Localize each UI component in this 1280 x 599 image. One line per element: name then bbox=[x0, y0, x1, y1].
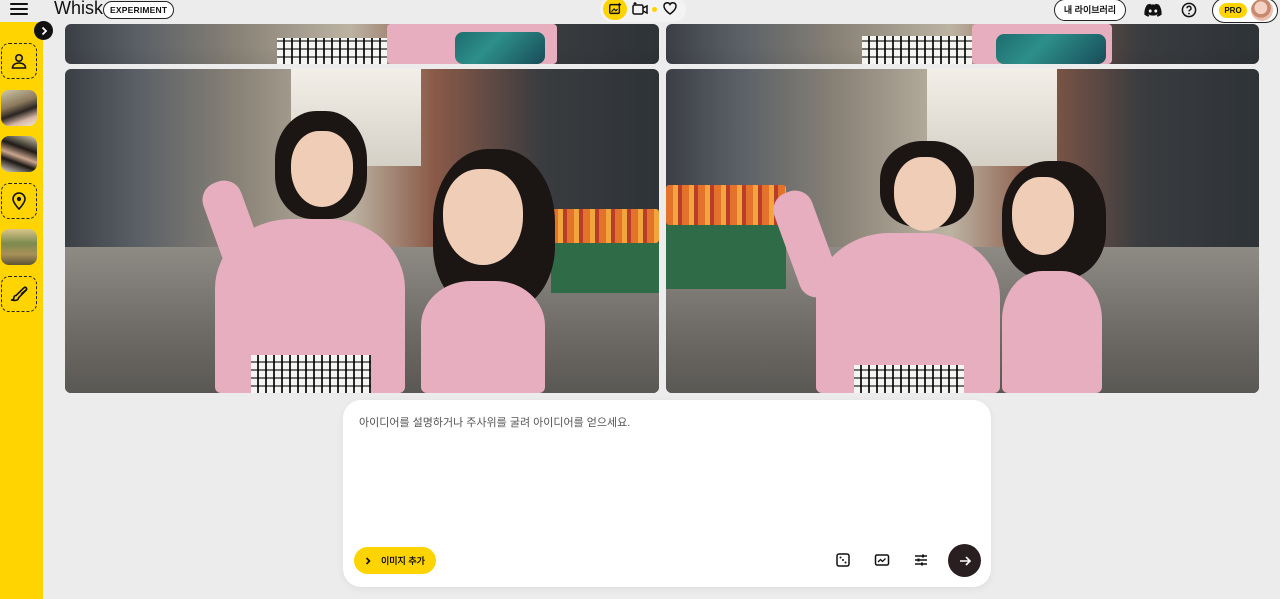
subject-slot[interactable] bbox=[1, 43, 37, 79]
add-image-label: 이미지 추가 bbox=[381, 556, 425, 566]
image-detail bbox=[421, 281, 545, 393]
top-bar: Whisk EXPERIMENT 내 라이브러리 PRO bbox=[0, 0, 1280, 23]
aspect-ratio-icon[interactable] bbox=[874, 552, 890, 568]
account-menu[interactable]: PRO bbox=[1212, 0, 1278, 23]
sidebar-expand-button[interactable] bbox=[34, 21, 53, 40]
subject-image-2[interactable] bbox=[1, 136, 37, 172]
avatar[interactable] bbox=[1251, 0, 1273, 21]
image-detail bbox=[666, 185, 786, 225]
image-detail bbox=[1012, 177, 1074, 255]
scene-image[interactable] bbox=[1, 229, 37, 265]
prompt-panel: 아이디어를 설명하거나 주사위를 굴려 아이디어를 얻으세요. 이미지 추가 bbox=[343, 400, 991, 587]
image-detail bbox=[551, 209, 659, 243]
image-detail bbox=[291, 131, 353, 207]
generated-image-partial-2[interactable] bbox=[666, 24, 1259, 64]
heart-icon[interactable] bbox=[662, 0, 678, 16]
image-detail bbox=[862, 36, 972, 64]
subject-image-1[interactable] bbox=[1, 90, 37, 126]
pro-badge: PRO bbox=[1219, 3, 1247, 18]
menu-icon[interactable] bbox=[10, 3, 28, 17]
submit-button[interactable] bbox=[948, 544, 981, 577]
experiment-badge: EXPERIMENT bbox=[103, 1, 175, 19]
prompt-input[interactable]: 아이디어를 설명하거나 주사위를 굴려 아이디어를 얻으세요. bbox=[359, 414, 630, 430]
generated-image-1[interactable] bbox=[65, 69, 659, 393]
dice-icon[interactable] bbox=[835, 552, 851, 568]
image-detail bbox=[894, 157, 956, 231]
generated-image-2[interactable] bbox=[666, 69, 1259, 393]
generated-image-partial-1[interactable] bbox=[65, 24, 659, 64]
add-image-button[interactable]: 이미지 추가 bbox=[354, 547, 436, 574]
my-library-button[interactable]: 내 라이브러리 bbox=[1054, 0, 1126, 21]
image-detail bbox=[1002, 271, 1102, 393]
image-detail bbox=[251, 355, 371, 393]
scene-slot[interactable] bbox=[1, 183, 37, 219]
person-icon bbox=[11, 53, 27, 69]
settings-sliders-icon[interactable] bbox=[913, 552, 929, 568]
image-detail bbox=[666, 225, 786, 289]
image-detail bbox=[443, 169, 523, 265]
brush-icon bbox=[10, 286, 28, 302]
image-detail bbox=[551, 243, 659, 293]
video-icon[interactable] bbox=[632, 1, 648, 17]
discord-icon[interactable] bbox=[1144, 2, 1162, 18]
image-sparkle-icon[interactable] bbox=[603, 0, 627, 20]
sidebar bbox=[0, 0, 43, 599]
location-pin-icon bbox=[12, 192, 26, 210]
app-title: Whisk bbox=[54, 0, 103, 18]
image-detail bbox=[996, 34, 1106, 64]
mode-switch bbox=[600, 0, 686, 22]
chevron-right-icon bbox=[41, 26, 47, 35]
image-detail bbox=[277, 38, 387, 64]
style-slot[interactable] bbox=[1, 276, 37, 312]
image-detail bbox=[455, 32, 545, 64]
help-icon[interactable] bbox=[1181, 2, 1197, 18]
new-indicator-dot bbox=[652, 7, 657, 12]
chevron-right-icon bbox=[365, 556, 371, 565]
arrow-right-icon bbox=[959, 555, 971, 566]
image-detail bbox=[854, 365, 964, 393]
